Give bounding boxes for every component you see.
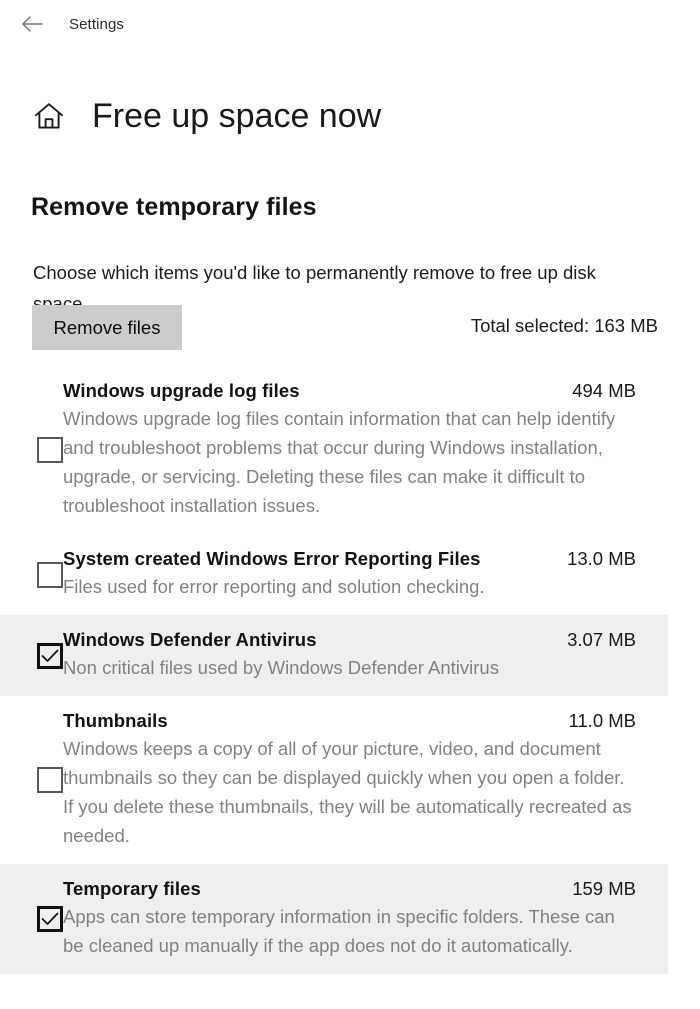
item-description: Windows keeps a copy of all of your pict… <box>63 738 632 846</box>
title-bar: Settings <box>0 0 700 48</box>
checkbox-wrapper <box>20 437 63 463</box>
item-size: 3.07 MB <box>567 629 636 650</box>
item-header: Windows Defender Antivirus 3.07 MB <box>63 629 636 651</box>
item-checkbox[interactable] <box>37 437 63 463</box>
item-size: 494 MB <box>572 380 636 401</box>
action-row: Remove files Total selected: 163 MB <box>32 305 658 351</box>
item-header: Temporary files 159 MB <box>63 878 636 900</box>
list-item[interactable]: Temporary files 159 MB Apps can store te… <box>0 864 668 974</box>
item-header: Windows upgrade log files 494 MB <box>63 380 636 402</box>
item-description: Non critical files used by Windows Defen… <box>63 657 499 678</box>
item-body: Windows Defender Antivirus 3.07 MB Non c… <box>63 629 636 682</box>
list-item[interactable]: Windows upgrade log files 494 MB Windows… <box>0 366 668 534</box>
item-checkbox[interactable] <box>37 642 63 669</box>
item-size: 159 MB <box>572 878 636 899</box>
settings-page: Settings Free up space now Remove tempor… <box>0 0 700 1009</box>
item-size: 11.0 MB <box>568 710 636 731</box>
item-description: Windows upgrade log files contain inform… <box>63 408 616 516</box>
checkbox-wrapper <box>20 561 63 588</box>
remove-files-button[interactable]: Remove files <box>32 305 182 350</box>
item-header: Thumbnails 11.0 MB <box>63 710 636 732</box>
home-icon[interactable] <box>32 99 66 133</box>
item-title: Windows Defender Antivirus <box>63 629 317 650</box>
item-checkbox[interactable] <box>37 767 63 793</box>
item-title: Windows upgrade log files <box>63 380 300 401</box>
list-item[interactable]: Thumbnails 11.0 MB Windows keeps a copy … <box>0 696 668 864</box>
item-description: Files used for error reporting and solut… <box>63 576 485 597</box>
temporary-files-list: Windows upgrade log files 494 MB Windows… <box>0 366 700 974</box>
item-header: System created Windows Error Reporting F… <box>63 548 636 570</box>
item-size: 13.0 MB <box>567 548 636 569</box>
back-arrow-icon <box>21 16 43 32</box>
checkbox-wrapper <box>20 642 63 669</box>
back-button[interactable] <box>10 8 54 40</box>
list-item[interactable]: System created Windows Error Reporting F… <box>0 534 668 615</box>
item-body: Windows upgrade log files 494 MB Windows… <box>63 380 636 520</box>
item-title: System created Windows Error Reporting F… <box>63 548 481 569</box>
checkbox-wrapper <box>20 906 63 932</box>
item-checkbox[interactable] <box>37 906 63 932</box>
app-title: Settings <box>69 15 124 33</box>
page-title: Free up space now <box>92 96 382 135</box>
page-header: Free up space now <box>32 76 381 156</box>
item-description: Apps can store temporary information in … <box>63 906 615 956</box>
list-item[interactable]: Windows Defender Antivirus 3.07 MB Non c… <box>0 615 668 696</box>
checkbox-wrapper <box>20 767 63 793</box>
total-selected-label: Total selected: 163 MB <box>470 315 658 336</box>
item-title: Temporary files <box>63 878 201 899</box>
section-title: Remove temporary files <box>31 192 317 221</box>
item-body: Thumbnails 11.0 MB Windows keeps a copy … <box>63 710 636 850</box>
item-checkbox[interactable] <box>37 561 63 588</box>
item-body: System created Windows Error Reporting F… <box>63 548 636 601</box>
item-title: Thumbnails <box>63 710 168 731</box>
item-body: Temporary files 159 MB Apps can store te… <box>63 878 636 960</box>
